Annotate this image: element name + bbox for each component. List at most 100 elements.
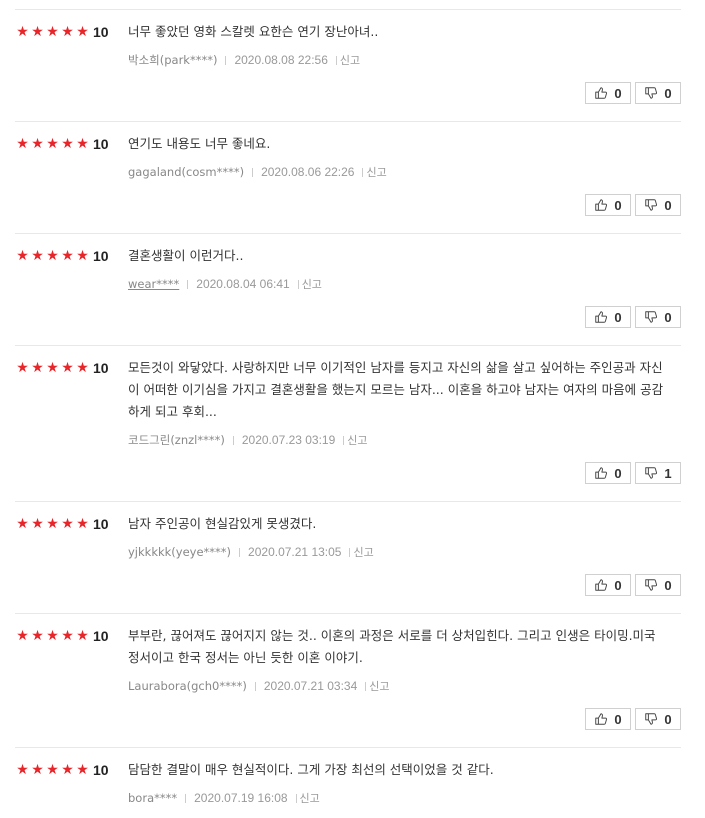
divider — [225, 56, 227, 65]
review-item: ★ ★ ★ ★ ★ 10 남자 주인공이 현실감있게 못생겼다. yjkkkkk(yey… — [15, 516, 681, 626]
like-button[interactable]: 0 — [585, 462, 631, 484]
divider — [343, 436, 345, 445]
star-icon: ★ — [76, 516, 89, 532]
report-link[interactable]: 신고 — [369, 680, 389, 693]
review-date: 2020.07.23 03:19 — [241, 433, 336, 447]
star-icon: ★ — [76, 360, 89, 376]
star-icon: ★ — [61, 762, 74, 778]
like-button[interactable]: 0 — [585, 574, 631, 596]
like-button[interactable]: 0 — [585, 708, 631, 730]
divider — [15, 501, 681, 502]
divider — [362, 168, 364, 177]
divider — [15, 121, 681, 122]
reviewer-name[interactable]: 코드그린(znzl****) — [128, 433, 225, 447]
divider — [232, 436, 234, 445]
dislike-button[interactable]: 0 — [635, 574, 681, 596]
report-link[interactable]: 신고 — [300, 792, 320, 805]
rating-score: 10 — [93, 516, 109, 532]
review-date: 2020.07.21 13:05 — [248, 545, 342, 559]
star-icon: ★ — [16, 136, 29, 152]
report-link[interactable]: 신고 — [347, 434, 367, 447]
dislike-button[interactable]: 0 — [635, 306, 681, 328]
review-date: 2020.07.21 03:34 — [263, 679, 358, 693]
thumbs-down-icon — [645, 467, 658, 479]
dislike-button[interactable]: 0 — [635, 708, 681, 730]
rating-score: 10 — [93, 24, 109, 40]
thumbs-up-icon — [595, 311, 608, 323]
star-icon: ★ — [31, 136, 44, 152]
like-button[interactable]: 0 — [585, 306, 631, 328]
review-date: 2020.08.06 22:26 — [261, 165, 355, 179]
review-text: 모든것이 와닿았다. 사랑하지만 너무 이기적인 남자를 등지고 자신의 삶을 … — [128, 360, 664, 419]
star-icon: ★ — [16, 24, 29, 40]
thumbs-up-icon — [595, 199, 608, 211]
thumbs-up-icon — [595, 579, 608, 591]
star-icon: ★ — [16, 248, 29, 264]
divider — [295, 794, 297, 803]
reviewer-name[interactable]: wear**** — [128, 277, 179, 291]
review-text: 결혼생활이 이런거다.. — [128, 248, 244, 263]
vote-buttons: 0 0 — [585, 194, 681, 216]
vote-buttons: 0 0 — [585, 708, 681, 730]
star-icon: ★ — [61, 136, 74, 152]
report-link[interactable]: 신고 — [366, 166, 386, 179]
divider — [15, 613, 681, 614]
thumbs-up-icon — [595, 467, 608, 479]
star-rating: ★ ★ ★ ★ ★ — [15, 628, 90, 644]
report-link[interactable]: 신고 — [353, 546, 373, 559]
like-button[interactable]: 0 — [585, 82, 631, 104]
star-icon: ★ — [31, 360, 44, 376]
reviewer-name[interactable]: Laurabora(gch0****) — [128, 679, 247, 693]
vote-buttons: 0 0 — [585, 574, 681, 596]
review-text: 부부란, 끊어져도 끊어지지 않는 것.. 이혼의 과정은 서로를 더 상처입힌… — [128, 628, 656, 665]
divider — [15, 233, 681, 234]
divider — [335, 56, 337, 65]
star-icon: ★ — [46, 762, 59, 778]
review-date: 2020.08.04 06:41 — [196, 277, 290, 291]
dislike-button[interactable]: 0 — [635, 82, 681, 104]
like-count: 0 — [614, 85, 622, 101]
review-meta: gagaland(cosm****) 2020.08.06 22:26 신고 — [128, 164, 387, 181]
reviewer-name[interactable]: yjkkkkk(yeye****) — [128, 545, 231, 559]
reviewer-name[interactable]: bora**** — [128, 791, 177, 805]
dislike-button[interactable]: 1 — [635, 462, 681, 484]
rating-score: 10 — [93, 762, 109, 778]
reviewer-name[interactable]: 박소희(park****) — [128, 53, 217, 67]
dislike-count: 0 — [664, 309, 672, 325]
star-icon: ★ — [31, 24, 44, 40]
review-meta: 박소희(park****) 2020.08.08 22:56 신고 — [128, 52, 360, 69]
star-rating: ★ ★ ★ ★ ★ — [15, 360, 90, 376]
star-icon: ★ — [31, 762, 44, 778]
vote-buttons: 0 0 — [585, 306, 681, 328]
review-text: 연기도 내용도 너무 좋네요. — [128, 136, 271, 151]
review-item: ★ ★ ★ ★ ★ 10 모든것이 와닿았다. 사랑하지만 너무 이기적인 남자를 등지… — [15, 360, 681, 515]
review-meta: yjkkkkk(yeye****) 2020.07.21 13:05 신고 — [128, 544, 374, 561]
thumbs-down-icon — [645, 199, 658, 211]
star-icon: ★ — [61, 360, 74, 376]
review-item: ★ ★ ★ ★ ★ 10 너무 좋았던 영화 스칼렛 요한슨 연기 장난아녀.. 박소희… — [15, 24, 681, 134]
star-icon: ★ — [61, 248, 74, 264]
reviewer-name[interactable]: gagaland(cosm****) — [128, 165, 244, 179]
review-text: 남자 주인공이 현실감있게 못생겼다. — [128, 516, 317, 531]
star-icon: ★ — [46, 360, 59, 376]
report-link[interactable]: 신고 — [340, 54, 360, 67]
divider — [15, 747, 681, 748]
divider — [254, 682, 256, 691]
dislike-button[interactable]: 0 — [635, 194, 681, 216]
dislike-count: 0 — [664, 577, 672, 593]
like-count: 0 — [614, 711, 622, 727]
star-rating: ★ ★ ★ ★ ★ — [15, 136, 90, 152]
star-rating: ★ ★ ★ ★ ★ — [15, 248, 90, 264]
like-count: 0 — [614, 465, 622, 481]
report-link[interactable]: 신고 — [302, 278, 322, 291]
rating-score: 10 — [93, 248, 109, 264]
divider — [349, 548, 351, 557]
star-icon: ★ — [76, 248, 89, 264]
like-button[interactable]: 0 — [585, 194, 631, 216]
divider — [187, 280, 189, 289]
thumbs-up-icon — [595, 713, 608, 725]
divider — [365, 682, 367, 691]
dislike-count: 0 — [664, 711, 672, 727]
rating-score: 10 — [93, 136, 109, 152]
vote-buttons: 0 1 — [585, 462, 681, 484]
